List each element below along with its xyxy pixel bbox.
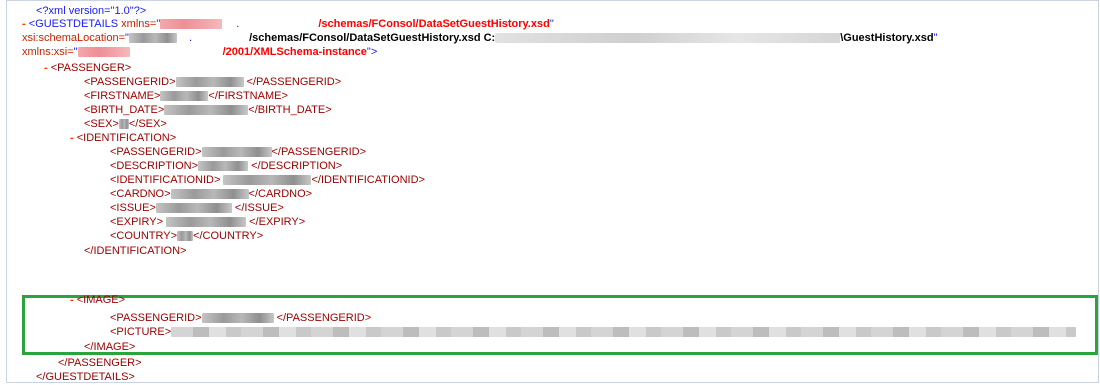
redacted-value [201,147,272,158]
field-image-passengerid: <PASSENGERID> </PASSENGERID> [110,312,372,324]
field-passengerid: <PASSENGERID> </PASSENGERID> [84,76,342,88]
redacted-value [177,231,194,242]
field-id-passengerid: <PASSENGERID> </PASSENGERID> [110,146,367,158]
redacted-picture-data [171,327,1077,338]
collapse-toggle-identification[interactable]: - [70,132,74,144]
field-firstname: <FIRSTNAME> </FIRSTNAME> [84,90,288,102]
redacted-value [166,217,247,228]
redacted-value [118,119,129,130]
image-open-line: - <IMAGE> [70,293,125,307]
field-expiry: <EXPIRY> </EXPIRY> [110,216,306,228]
redacted-value [201,313,274,324]
redacted-schema-host [128,33,177,44]
image-open-tag: <IMAGE> [76,294,126,306]
xmlns-attr: xmlns= [121,18,157,30]
collapse-toggle-guestdetails[interactable]: - [22,18,26,30]
collapse-toggle-passenger[interactable]: - [44,62,48,74]
field-description: <DESCRIPTION> </DESCRIPTION> [110,160,343,172]
passenger-open-line: - <PASSENGER> [44,61,131,75]
identification-open-line: - <IDENTIFICATION> [70,131,176,145]
field-issue: <ISSUE> </ISSUE> [110,202,284,214]
redacted-xsi-host [77,47,130,58]
field-cardno: <CARDNO> </CARDNO> [110,188,313,200]
redacted-value [155,203,232,214]
passenger-open-tag: <PASSENGER> [50,62,132,74]
schema-location-line: xsi:schemaLocation=". /schemas/FConsol/D… [22,32,938,44]
guestdetails-close-tag: </GUESTDETAILS> [36,371,135,383]
redacted-value [170,189,249,200]
image-close-tag: </IMAGE> [84,341,136,353]
xmlns-xsi-line: xmlns:xsi=" /2001/XMLSchema-instance"> [22,46,378,58]
schema-location-value: /schemas/FConsol/DataSetGuestHistory.xsd… [249,32,496,44]
xmlns-value: /schemas/FConsol/DataSetGuestHistory.xsd [318,18,550,30]
field-country: <COUNTRY> </COUNTRY> [110,230,264,242]
field-sex: <SEX> </SEX> [84,118,167,130]
xmlns-xsi-value: /2001/XMLSchema-instance [222,46,367,58]
schema-location-file: \GuestHistory.xsd [840,32,934,44]
guestdetails-open-tag: <GUESTDETAILS [28,18,119,30]
redacted-value [198,161,249,172]
schema-location-attr: xsi:schemaLocation= [22,32,126,44]
redacted-value [164,105,249,116]
collapse-toggle-image[interactable]: - [70,294,74,306]
redacted-value [223,175,312,186]
xml-declaration: <?xml version="1.0"?> [36,5,147,17]
redacted-value [160,91,209,102]
field-birth-date: <BIRTH_DATE> </BIRTH_DATE> [84,104,332,116]
passenger-close-tag: </PASSENGER> [58,357,142,369]
field-identificationid: <IDENTIFICATIONID> </IDENTIFICATIONID> [110,174,425,186]
identification-open-tag: <IDENTIFICATION> [76,132,177,144]
redacted-xmlns-host [160,19,223,30]
xmlns-xsi-attr: xmlns:xsi= [22,46,74,58]
guestdetails-open-line: - <GUESTDETAILS xmlns=". /schemas/FConso… [22,18,554,30]
identification-close-tag: </IDENTIFICATION> [84,245,187,257]
redacted-value [175,77,244,88]
field-picture: <PICTURE> [110,325,1077,339]
redacted-local-path [495,33,841,44]
